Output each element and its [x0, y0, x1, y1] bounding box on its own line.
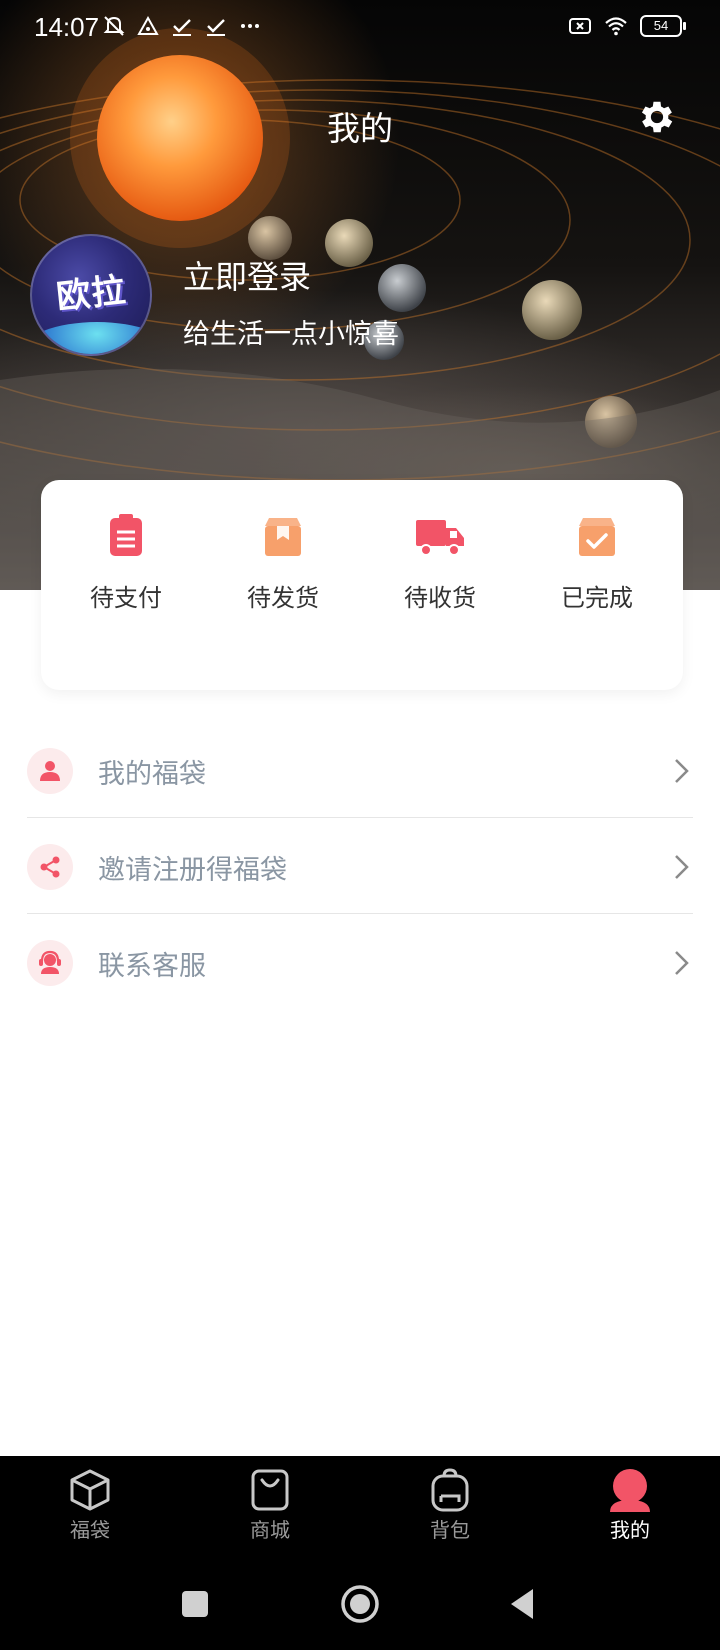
- battery-indicator: 54: [640, 15, 686, 37]
- menu-label: 邀请注册得福袋: [98, 855, 287, 886]
- order-completed[interactable]: 已完成: [517, 510, 677, 613]
- tab-label: 福袋: [70, 1518, 110, 1542]
- box-check-icon: [579, 518, 615, 556]
- tab-label: 商城: [250, 1518, 290, 1542]
- order-pending-payment[interactable]: 待支付: [46, 510, 206, 613]
- tab-label: 背包: [430, 1518, 470, 1542]
- menu-item-invite[interactable]: 邀请注册得福袋: [27, 818, 693, 914]
- avatar-planet-decoration: [32, 322, 150, 354]
- chevron-right-icon: [675, 759, 689, 783]
- order-pending-shipment[interactable]: 待发货: [203, 510, 363, 613]
- order-label: 待收货: [404, 584, 476, 612]
- tab-backpack[interactable]: 背包: [360, 1456, 540, 1556]
- truck-icon: [416, 520, 464, 556]
- order-label: 待支付: [90, 584, 162, 612]
- avatar-logo-text: 欧拉: [54, 270, 129, 318]
- home-circle-icon[interactable]: [340, 1584, 380, 1624]
- tab-label: 我的: [610, 1518, 650, 1542]
- profile-icon: [610, 1469, 650, 1512]
- status-bar: 14:07 54: [0, 0, 720, 56]
- check-download-icon: [173, 19, 191, 36]
- support-agent-icon: [27, 940, 73, 986]
- gear-icon[interactable]: [636, 96, 678, 138]
- triangle-alert-icon: [137, 15, 159, 35]
- order-pending-receipt[interactable]: 待收货: [360, 510, 520, 613]
- tab-mall[interactable]: 商城: [180, 1456, 360, 1556]
- status-icons-right: 54: [568, 14, 686, 38]
- chevron-right-icon: [675, 855, 689, 879]
- share-icon: [27, 844, 73, 890]
- wifi-icon: [605, 17, 627, 36]
- menu-item-customer-service[interactable]: 联系客服: [27, 914, 693, 1010]
- login-link[interactable]: 立即登录: [183, 252, 311, 298]
- check-download-icon: [207, 19, 225, 36]
- order-label: 已完成: [561, 584, 633, 612]
- avatar[interactable]: 欧拉: [30, 234, 152, 356]
- tab-lucky-bag[interactable]: 福袋: [0, 1456, 180, 1556]
- box-icon: [265, 518, 301, 556]
- profile-subtitle: 给生活一点小惊喜: [183, 319, 399, 350]
- chevron-right-icon: [675, 951, 689, 975]
- backpack-icon: [431, 1468, 469, 1512]
- order-status-card: 待支付 待发货 待收货 已完成: [41, 480, 683, 690]
- clipboard-icon: [110, 514, 142, 556]
- mute-icon: [103, 16, 125, 36]
- user-icon: [27, 748, 73, 794]
- page-title: 我的: [327, 109, 393, 148]
- more-dots-icon: [241, 24, 259, 28]
- back-triangle-icon[interactable]: [505, 1584, 545, 1624]
- status-time: 14:07: [34, 12, 100, 42]
- recents-square-icon[interactable]: [175, 1584, 215, 1624]
- tab-mine[interactable]: 我的: [540, 1456, 720, 1556]
- shopping-bag-icon: [251, 1469, 289, 1511]
- profile-menu-list: 我的福袋 邀请注册得福袋 联系客服: [27, 722, 693, 1010]
- menu-item-my-lucky-bags[interactable]: 我的福袋: [27, 722, 693, 818]
- bottom-tab-bar: 福袋 商城 背包 我的: [0, 1456, 720, 1556]
- system-navigation-bar: [0, 1556, 720, 1650]
- sim-off-icon: [569, 18, 591, 34]
- order-label: 待发货: [247, 584, 319, 612]
- cube-icon: [70, 1469, 110, 1511]
- status-icons-left: [102, 14, 262, 38]
- menu-label: 联系客服: [98, 951, 206, 982]
- menu-label: 我的福袋: [98, 759, 206, 790]
